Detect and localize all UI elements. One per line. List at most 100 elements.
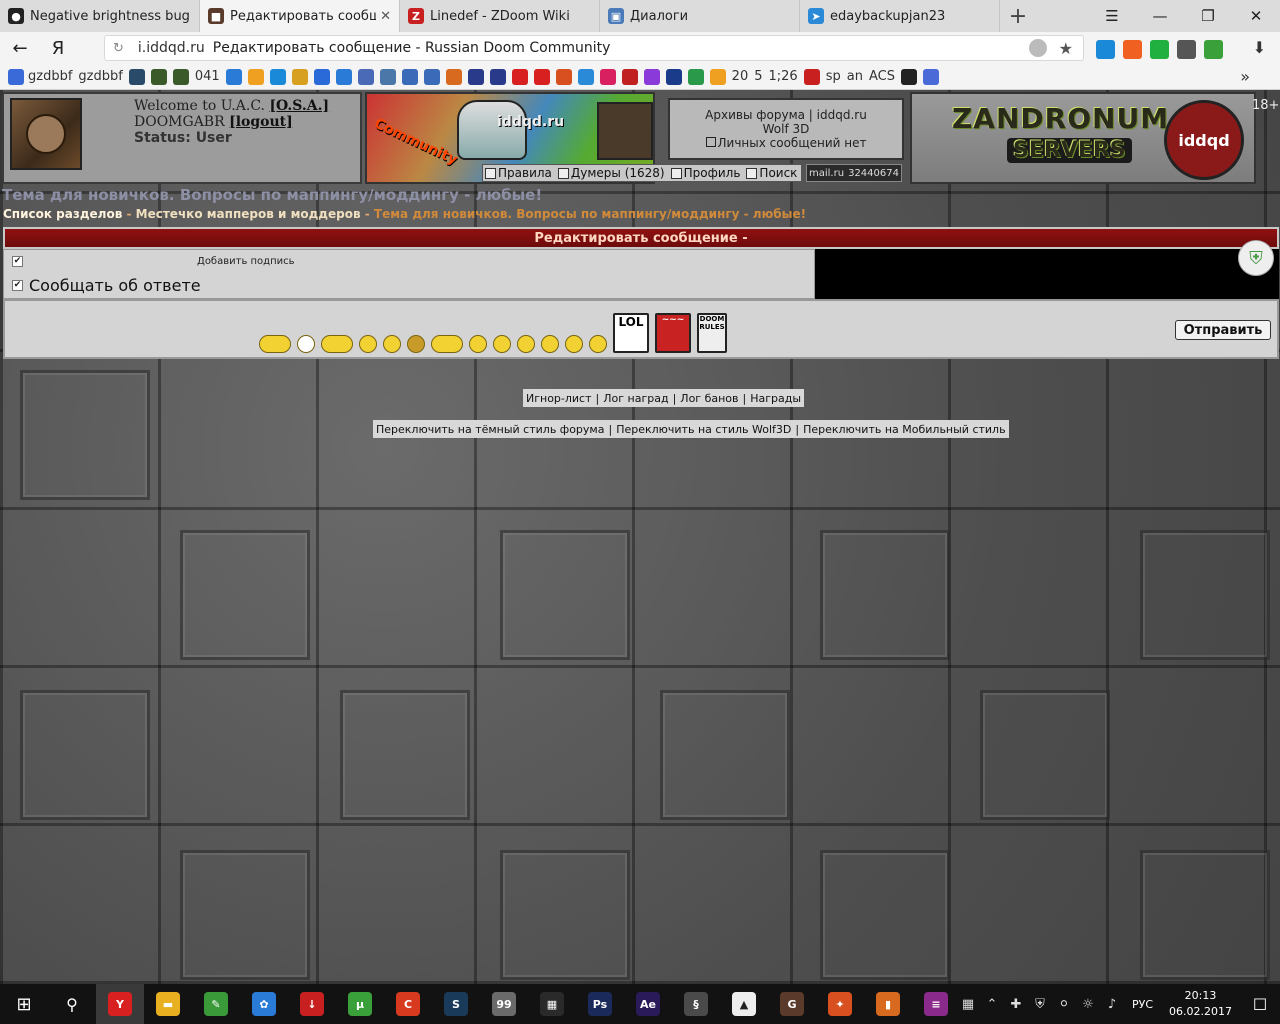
- notifications-icon[interactable]: ☐: [1240, 984, 1280, 1024]
- smiley-icon[interactable]: [383, 335, 401, 353]
- smiley-icon[interactable]: [541, 335, 559, 353]
- smiley-sign-icon[interactable]: ~~~: [655, 313, 691, 353]
- clock[interactable]: 20:13 06.02.2017: [1169, 988, 1232, 1020]
- wolf3d-link[interactable]: Wolf 3D: [670, 122, 902, 136]
- bookmark-item[interactable]: 041: [195, 69, 220, 84]
- photos-app[interactable]: ▲: [720, 984, 768, 1024]
- tray-icon[interactable]: ⚪: [1052, 984, 1076, 1024]
- bookmark-item[interactable]: [489, 68, 506, 85]
- bookmark-item[interactable]: [335, 68, 352, 85]
- browser-tab[interactable]: ■ Редактировать сообщение ✕: [200, 0, 400, 32]
- bookmark-item[interactable]: [269, 68, 286, 85]
- bookmark-item[interactable]: [247, 68, 264, 85]
- add-signature-checkbox[interactable]: ✔: [12, 256, 23, 267]
- notepad-app[interactable]: ✎: [192, 984, 240, 1024]
- footer-link[interactable]: Лог наград: [603, 392, 668, 405]
- nav-item[interactable]: Думеры (1628): [556, 166, 669, 180]
- protect-icon[interactable]: [1029, 39, 1047, 57]
- bookmark-item[interactable]: [423, 68, 440, 85]
- tray-icon[interactable]: ⌃: [980, 984, 1004, 1024]
- footer-link[interactable]: Лог банов: [680, 392, 738, 405]
- browser-tab[interactable]: ● Negative brightness bug (UD: [0, 0, 200, 32]
- photoshop-app[interactable]: Ps: [576, 984, 624, 1024]
- browser-tab[interactable]: ➤ edaybackupjan23: [800, 0, 1000, 32]
- new-tab-icon[interactable]: +: [1000, 0, 1036, 32]
- bookmark-item[interactable]: [357, 68, 374, 85]
- footer-link[interactable]: Переключить на тёмный стиль форума: [376, 423, 604, 436]
- smiley-icon[interactable]: [321, 335, 353, 353]
- private-messages-link[interactable]: Личных сообщений нет: [718, 136, 867, 150]
- downloads-icon[interactable]: ⬇: [1253, 38, 1266, 57]
- extension-icon[interactable]: [1096, 40, 1115, 59]
- bookmark-item[interactable]: [599, 68, 616, 85]
- smiley-doom-rules-icon[interactable]: DOOM RULES: [697, 313, 727, 353]
- bookmark-item[interactable]: gzdbbf: [78, 69, 122, 84]
- smiley-icon[interactable]: [517, 335, 535, 353]
- tray-icon[interactable]: ⛨: [1028, 984, 1052, 1024]
- reload-icon[interactable]: ↻: [113, 41, 124, 56]
- bookmark-item[interactable]: sp: [826, 69, 841, 84]
- bookmark-item[interactable]: 20: [732, 69, 749, 84]
- editor-app[interactable]: 99: [480, 984, 528, 1024]
- extension-icon[interactable]: [1204, 40, 1223, 59]
- tray-icon[interactable]: ♪: [1100, 984, 1124, 1024]
- nav-item[interactable]: Правила: [483, 166, 556, 180]
- slade-app[interactable]: §: [672, 984, 720, 1024]
- search-icon[interactable]: ⚲: [48, 984, 96, 1024]
- bookmark-item[interactable]: [803, 68, 820, 85]
- visit-counter[interactable]: mail.ru 32440674: [806, 164, 902, 182]
- breadcrumb-root[interactable]: Список разделов: [3, 207, 122, 221]
- yandex-browser-app[interactable]: Y: [96, 984, 144, 1024]
- office-app[interactable]: ▮: [864, 984, 912, 1024]
- bookmark-item[interactable]: [709, 68, 726, 85]
- bookmark-item[interactable]: [128, 68, 145, 85]
- browser-tab[interactable]: Z Linedef - ZDoom Wiki: [400, 0, 600, 32]
- nav-item[interactable]: Поиск: [744, 166, 801, 180]
- nav-item[interactable]: Профиль: [669, 166, 745, 180]
- bookmark-item[interactable]: [665, 68, 682, 85]
- maximize-icon[interactable]: ❐: [1184, 0, 1232, 32]
- bookmark-item[interactable]: 5: [754, 69, 762, 84]
- smiley-icon[interactable]: [359, 335, 377, 353]
- extension-icon[interactable]: [1150, 40, 1169, 59]
- bookmark-item[interactable]: [401, 68, 418, 85]
- avatar[interactable]: [10, 98, 82, 170]
- tray-icon[interactable]: ▦: [956, 984, 980, 1024]
- download-app[interactable]: ↓: [288, 984, 336, 1024]
- smiley-icon[interactable]: [469, 335, 487, 353]
- smiley-icon[interactable]: [297, 335, 315, 353]
- smiley-icon[interactable]: [493, 335, 511, 353]
- extension-icon[interactable]: [1177, 40, 1196, 59]
- smiley-icon[interactable]: [259, 335, 291, 353]
- torrent-app[interactable]: μ: [336, 984, 384, 1024]
- language-indicator[interactable]: РУС: [1132, 998, 1153, 1011]
- minimize-icon[interactable]: —: [1136, 0, 1184, 32]
- bookmark-item[interactable]: [225, 68, 242, 85]
- bookmark-item[interactable]: [172, 68, 189, 85]
- archive-link[interactable]: Архивы форума | iddqd.ru: [670, 108, 902, 122]
- paint-app[interactable]: ✿: [240, 984, 288, 1024]
- gzdb-app[interactable]: G: [768, 984, 816, 1024]
- tab-close-icon[interactable]: ✕: [380, 9, 391, 24]
- file-explorer-app[interactable]: ▬: [144, 984, 192, 1024]
- bookmark-item[interactable]: [467, 68, 484, 85]
- bookmarks-more-icon[interactable]: »: [1240, 67, 1250, 86]
- bookmark-item[interactable]: [511, 68, 528, 85]
- url-input[interactable]: ↻ i.iddqd.ru Редактировать сообщение - R…: [104, 35, 1084, 61]
- logout-link[interactable]: [logout]: [229, 114, 293, 130]
- smiley-icon[interactable]: [589, 335, 607, 353]
- footer-link[interactable]: Переключить на стиль Wolf3D: [616, 423, 791, 436]
- bookmark-item[interactable]: 1;26: [769, 69, 798, 84]
- extension-icon[interactable]: [1123, 40, 1142, 59]
- bookmark-item[interactable]: [643, 68, 660, 85]
- ccleaner-app[interactable]: C: [384, 984, 432, 1024]
- start-icon[interactable]: ⊞: [0, 984, 48, 1024]
- bookmark-item[interactable]: [687, 68, 704, 85]
- steam-app[interactable]: S: [432, 984, 480, 1024]
- footer-link[interactable]: Награды: [750, 392, 801, 405]
- tray-icon[interactable]: ✚: [1004, 984, 1028, 1024]
- close-icon[interactable]: ✕: [1232, 0, 1280, 32]
- bookmark-item[interactable]: [150, 68, 167, 85]
- video-app[interactable]: ▦: [528, 984, 576, 1024]
- back-arrow-icon[interactable]: ←: [0, 32, 40, 64]
